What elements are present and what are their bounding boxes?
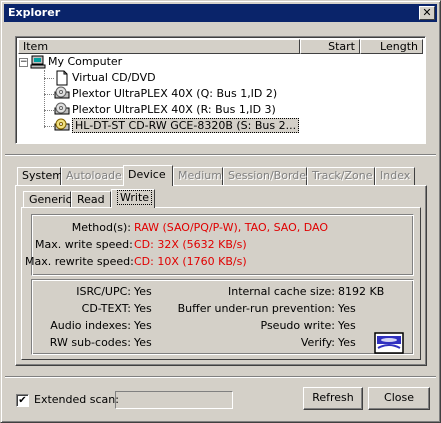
tree-collapse-toggle[interactable]: − [19,58,28,67]
audio-indexes-value: Yes [134,319,152,332]
explorer-window: Explorer ✕ Item Start Length − My Comput… [0,0,441,423]
extended-scan-label[interactable]: Extended scan: [34,393,119,407]
list-header: Item Start Length [18,39,423,54]
isrc-value: Yes [134,285,152,298]
tree-item-label-selected: HL-DT-ST CD-RW GCE-8320B (S: Bus 2... [72,118,300,133]
tree-connector [44,94,54,95]
tree-item-my-computer[interactable]: My Computer [30,54,122,70]
cache-size-label: Internal cache size: [228,285,335,298]
tab-autoloader[interactable]: Autoloader [61,167,126,185]
audio-indexes-label: Audio indexes: [50,319,131,332]
cd-rw-logo-icon [374,331,404,355]
window-title: Explorer [8,6,61,19]
tree-connector [44,126,54,127]
cd-writer-icon [54,118,70,134]
document-icon [54,70,70,86]
column-header-item[interactable]: Item [18,39,300,54]
extended-scan-checkbox[interactable]: ✔ [16,394,29,407]
write-speed-label: Max. write speed: [35,238,133,251]
tree-item-label: My Computer [48,55,123,68]
write-speed-value: CD: 32X (5632 KB/s) [134,238,247,251]
pseudo-write-value: Yes [338,319,356,332]
column-header-length[interactable]: Length [360,39,423,54]
close-button[interactable]: Close [368,387,430,410]
rewrite-speed-value: CD: 10X (1760 KB/s) [134,255,247,268]
methods-label: Method(s): [71,221,131,234]
methods-value: RAW (SAO/PQ/P-W), TAO, SAO, DAO [134,221,329,234]
extended-scan-progress [115,391,233,409]
tree-item-hl-dt-st[interactable]: HL-DT-ST CD-RW GCE-8320B (S: Bus 2... [54,118,300,134]
subtab-generic[interactable]: Generic [23,191,72,207]
tree-item-plextor-q[interactable]: Plextor UltraPLEX 40X (Q: Bus 1,ID 2) [54,86,277,102]
tree-connector [44,110,54,111]
verify-label: Verify: [300,336,335,349]
column-header-start[interactable]: Start [300,39,360,54]
verify-value: Yes [338,336,356,349]
tab-medium[interactable]: Medium [173,167,223,185]
computer-icon [30,54,46,70]
rw-subcodes-value: Yes [134,336,152,349]
isrc-label: ISRC/UPC: [76,285,131,298]
tab-index[interactable]: Index [375,167,415,185]
tab-session-border[interactable]: Session/Border [223,167,311,185]
tree-item-label: Plextor UltraPLEX 40X (Q: Bus 1,ID 2) [72,87,278,100]
tab-track-zone[interactable]: Track/Zone [307,167,375,185]
cd-drive-icon [54,86,70,102]
cdtext-label: CD-TEXT: [81,302,131,315]
title-bar: Explorer ✕ [4,4,437,22]
divider [5,376,436,378]
refresh-button[interactable]: Refresh [303,387,363,410]
buffer-underrun-value: Yes [338,302,356,315]
rewrite-speed-label: Max. rewrite speed: [25,255,134,268]
tree-item-label: Virtual CD/DVD [72,71,156,84]
tab-system[interactable]: System [17,167,63,185]
rw-subcodes-label: RW sub-codes: [49,336,131,349]
pseudo-write-label: Pseudo write: [260,319,335,332]
tree-item-virtual-cd[interactable]: Virtual CD/DVD [54,70,156,86]
tree-connector [44,78,54,79]
tree-item-plextor-r[interactable]: Plextor UltraPLEX 40X (R: Bus 1,ID 3) [54,102,276,118]
tab-device[interactable]: Device [123,165,173,186]
subtab-write[interactable]: Write [111,189,155,208]
close-window-button[interactable]: ✕ [419,6,435,20]
divider [5,154,436,156]
buffer-underrun-label: Buffer under-run prevention: [177,302,335,315]
cd-drive-icon [54,102,70,118]
subtab-write-label: Write [117,190,153,205]
checkmark-icon: ✔ [18,395,27,406]
device-list[interactable]: Item Start Length − My Computer Virtual … [15,36,426,144]
close-icon: ✕ [422,6,432,19]
tree-item-label: Plextor UltraPLEX 40X (R: Bus 1,ID 3) [72,103,276,116]
cache-size-value: 8192 KB [338,285,385,298]
minus-icon: − [20,57,28,67]
cdtext-value: Yes [134,302,152,315]
subtab-read[interactable]: Read [71,191,111,207]
